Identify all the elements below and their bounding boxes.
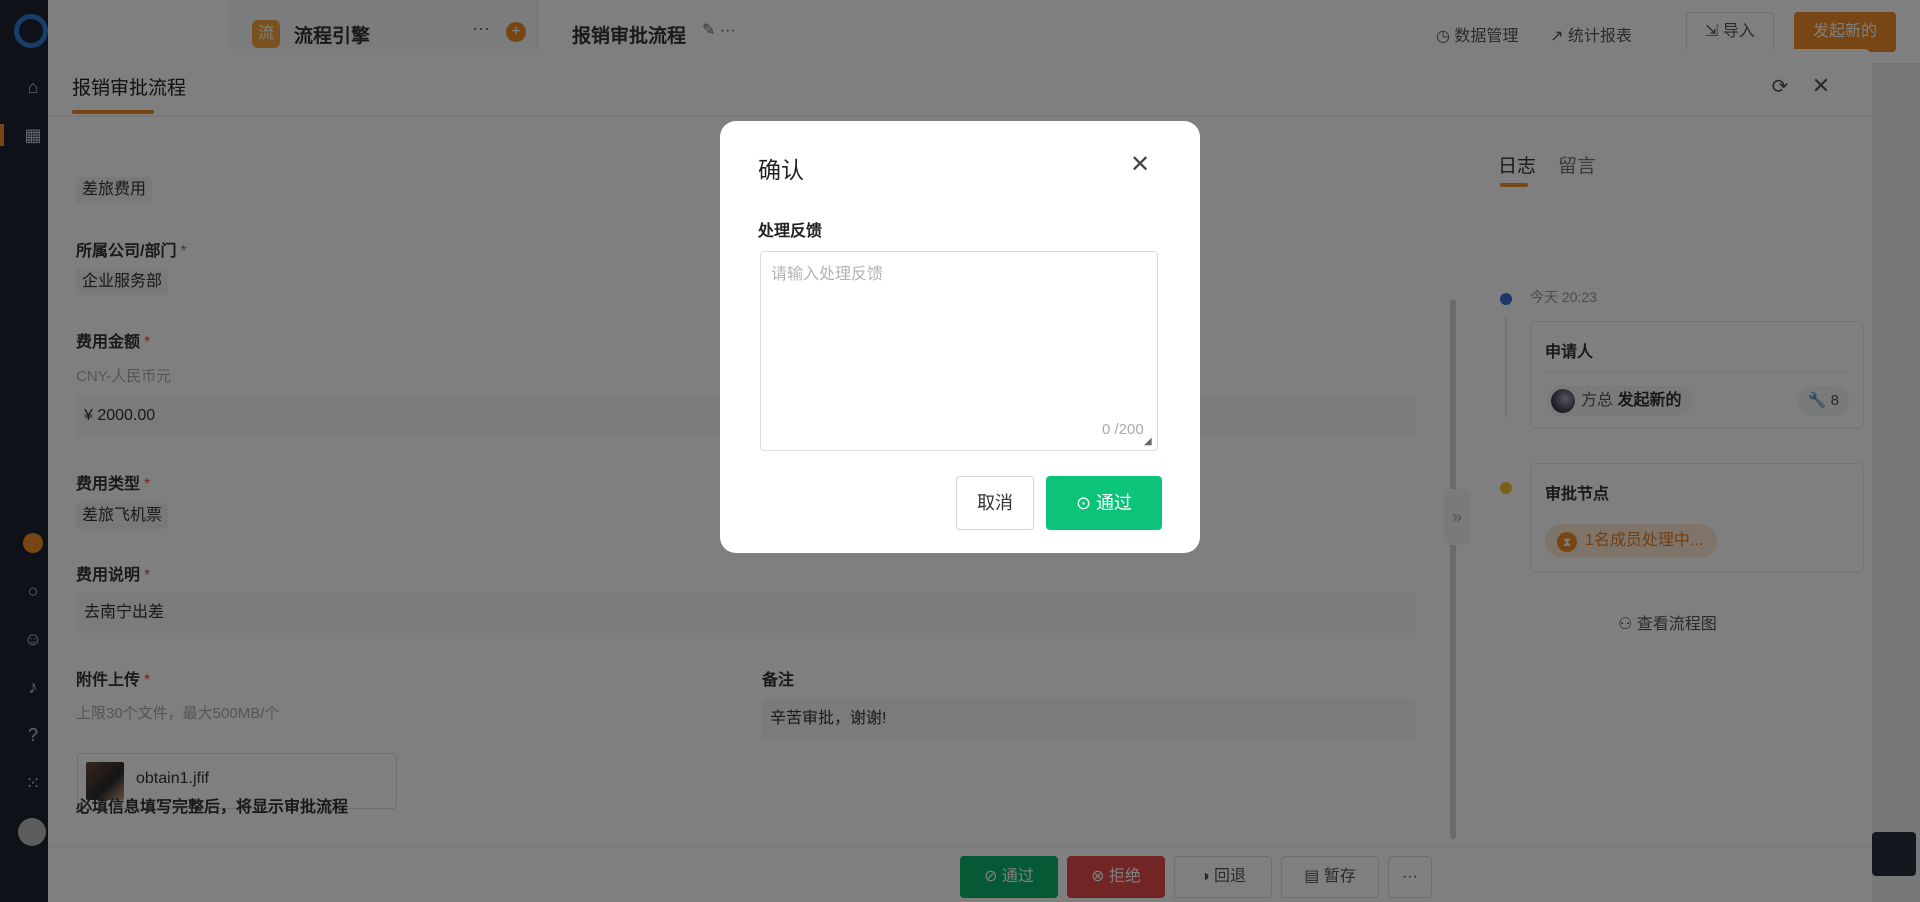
cancel-button[interactable]: 取消: [956, 476, 1034, 530]
dialog-title: 确认: [758, 157, 804, 183]
confirm-dialog: 确认 ✕ 处理反馈 0 /200 ◢ 取消 ⊙ 通过: [720, 121, 1200, 553]
char-counter: 0 /200: [1102, 421, 1144, 438]
check-circle-icon: ⊙: [1075, 493, 1092, 513]
feedback-textarea[interactable]: [760, 251, 1158, 451]
confirm-pass-label: 通过: [1096, 493, 1133, 513]
confirm-pass-button[interactable]: ⊙ 通过: [1046, 476, 1162, 530]
dialog-close-icon[interactable]: ✕: [1128, 153, 1152, 177]
feedback-label: 处理反馈: [758, 223, 823, 240]
resize-handle-icon[interactable]: ◢: [1144, 437, 1154, 447]
